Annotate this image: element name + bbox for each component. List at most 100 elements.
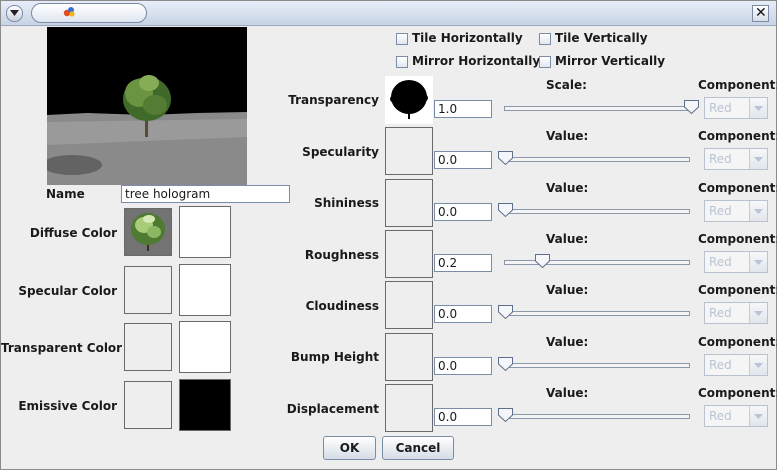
name-input[interactable]: tree hologram	[121, 185, 290, 203]
specularity-slider-thumb[interactable]	[498, 151, 513, 165]
chevron-down-icon	[749, 252, 767, 272]
shininess-slider-thumb[interactable]	[498, 203, 513, 217]
transparent-texture-button[interactable]	[124, 323, 172, 371]
roughness-slider-caption: Value:	[546, 232, 589, 246]
specularity-component-caption: Component:	[698, 129, 777, 143]
bump-height-component-select[interactable]: Red	[704, 354, 768, 376]
mirror-vertically-label: Mirror Vertically	[555, 54, 666, 68]
tile-vertically-label: Tile Vertically	[555, 31, 648, 45]
shininess-component-select[interactable]: Red	[704, 200, 768, 222]
transparency-slider-caption: Scale:	[546, 78, 587, 92]
tile-vertically-checkbox[interactable]	[539, 33, 551, 45]
mirror-vertically-checkbox[interactable]	[539, 56, 551, 68]
cloudiness-component-select[interactable]: Red	[704, 302, 768, 324]
specularity-component-select[interactable]: Red	[704, 148, 768, 170]
bump-height-slider-track[interactable]	[504, 363, 690, 368]
chevron-down-icon	[749, 355, 767, 375]
transparent-color-swatch[interactable]	[179, 321, 231, 373]
roughness-component-caption: Component:	[698, 232, 777, 246]
roughness-slider-track[interactable]	[504, 260, 690, 265]
specularity-slider-caption: Value:	[546, 129, 589, 143]
shininess-slider-track[interactable]	[504, 209, 690, 214]
shininess-component-caption: Component:	[698, 181, 777, 195]
window-title-field	[31, 3, 147, 23]
displacement-label: Displacement	[286, 402, 379, 416]
shininess-slider-caption: Value:	[546, 181, 589, 195]
bump-height-value-input[interactable]: 0.0	[434, 357, 492, 375]
roughness-map-button[interactable]	[385, 230, 433, 278]
diffuse-color-swatch[interactable]	[179, 206, 231, 258]
tree-texture-thumbnail	[125, 209, 171, 255]
specularity-slider-track[interactable]	[504, 157, 690, 162]
ok-button[interactable]: OK	[323, 436, 376, 460]
roughness-slider-thumb[interactable]	[535, 254, 551, 268]
specularity-value-input[interactable]: 0.0	[434, 151, 492, 169]
transparency-component-value: Red	[709, 101, 732, 115]
window-menu-button[interactable]	[6, 5, 23, 22]
displacement-component-value: Red	[709, 409, 732, 423]
emissive-texture-button[interactable]	[124, 381, 172, 429]
shininess-value-input[interactable]: 0.0	[434, 203, 492, 221]
chevron-down-icon	[749, 406, 767, 426]
displacement-slider-track[interactable]	[504, 414, 690, 419]
shininess-label: Shininess	[314, 196, 379, 210]
diffuse-color-label: Diffuse Color	[29, 226, 117, 240]
cloudiness-slider-track[interactable]	[504, 311, 690, 316]
bump-height-slider-thumb[interactable]	[498, 357, 513, 371]
material-editor-window: ✕ Name tree hologram Diffuse Color Specu…	[0, 0, 777, 470]
displacement-map-button[interactable]	[385, 384, 433, 432]
displacement-component-caption: Component:	[698, 386, 777, 400]
displacement-slider-thumb[interactable]	[498, 408, 513, 422]
bump-height-component-caption: Component:	[698, 335, 777, 349]
chevron-down-icon	[749, 303, 767, 323]
mirror-horizontally-label: Mirror Horizontally	[412, 54, 541, 68]
cloudiness-map-button[interactable]	[385, 281, 433, 329]
tile-horizontally-label: Tile Horizontally	[412, 31, 523, 45]
transparency-map-button[interactable]	[385, 76, 433, 124]
roughness-label: Roughness	[304, 248, 379, 262]
transparency-slider-track[interactable]	[504, 106, 690, 111]
cloudiness-slider-thumb[interactable]	[498, 305, 513, 319]
emissive-color-swatch[interactable]	[179, 379, 231, 431]
title-bar: ✕	[1, 1, 776, 26]
cancel-button[interactable]: Cancel	[382, 436, 454, 460]
specular-color-swatch[interactable]	[179, 264, 231, 316]
specular-color-label: Specular Color	[18, 284, 117, 298]
chevron-down-icon	[749, 149, 767, 169]
roughness-value-input[interactable]: 0.2	[434, 254, 492, 272]
cloudiness-value-input[interactable]: 0.0	[434, 305, 492, 323]
tile-horizontally-checkbox[interactable]	[396, 33, 408, 45]
diffuse-texture-button[interactable]	[124, 208, 172, 256]
specularity-map-button[interactable]	[385, 127, 433, 175]
cloudiness-component-value: Red	[709, 306, 732, 320]
mirror-horizontally-checkbox[interactable]	[396, 56, 408, 68]
bump-height-map-button[interactable]	[385, 333, 433, 381]
chevron-down-icon	[10, 10, 19, 16]
specularity-label: Specularity	[302, 145, 379, 159]
bump-height-component-value: Red	[709, 358, 732, 372]
chevron-down-icon	[749, 98, 767, 118]
transparent-color-label: Transparent Color	[1, 341, 123, 355]
close-button[interactable]: ✕	[752, 5, 769, 22]
roughness-component-select[interactable]: Red	[704, 251, 768, 273]
transparency-value-input[interactable]: 1.0	[434, 100, 492, 118]
close-icon: ✕	[755, 5, 767, 21]
cloudiness-label: Cloudiness	[305, 299, 379, 313]
displacement-component-select[interactable]: Red	[704, 405, 768, 427]
transparency-slider-thumb[interactable]	[684, 100, 699, 114]
specularity-component-value: Red	[709, 152, 732, 166]
shininess-map-button[interactable]	[385, 179, 433, 227]
roughness-component-value: Red	[709, 255, 732, 269]
bump-height-slider-caption: Value:	[546, 335, 589, 349]
transparency-component-select[interactable]: Red	[704, 97, 768, 119]
app-logo-icon	[63, 7, 75, 17]
displacement-slider-caption: Value:	[546, 386, 589, 400]
tree-silhouette-thumbnail	[386, 77, 432, 123]
specular-texture-button[interactable]	[124, 266, 172, 314]
bump-height-label: Bump Height	[290, 350, 379, 364]
transparency-label: Transparency	[288, 93, 379, 107]
displacement-value-input[interactable]: 0.0	[434, 408, 492, 426]
material-preview	[47, 27, 247, 185]
transparency-component-caption: Component:	[698, 78, 777, 92]
chevron-down-icon	[749, 201, 767, 221]
